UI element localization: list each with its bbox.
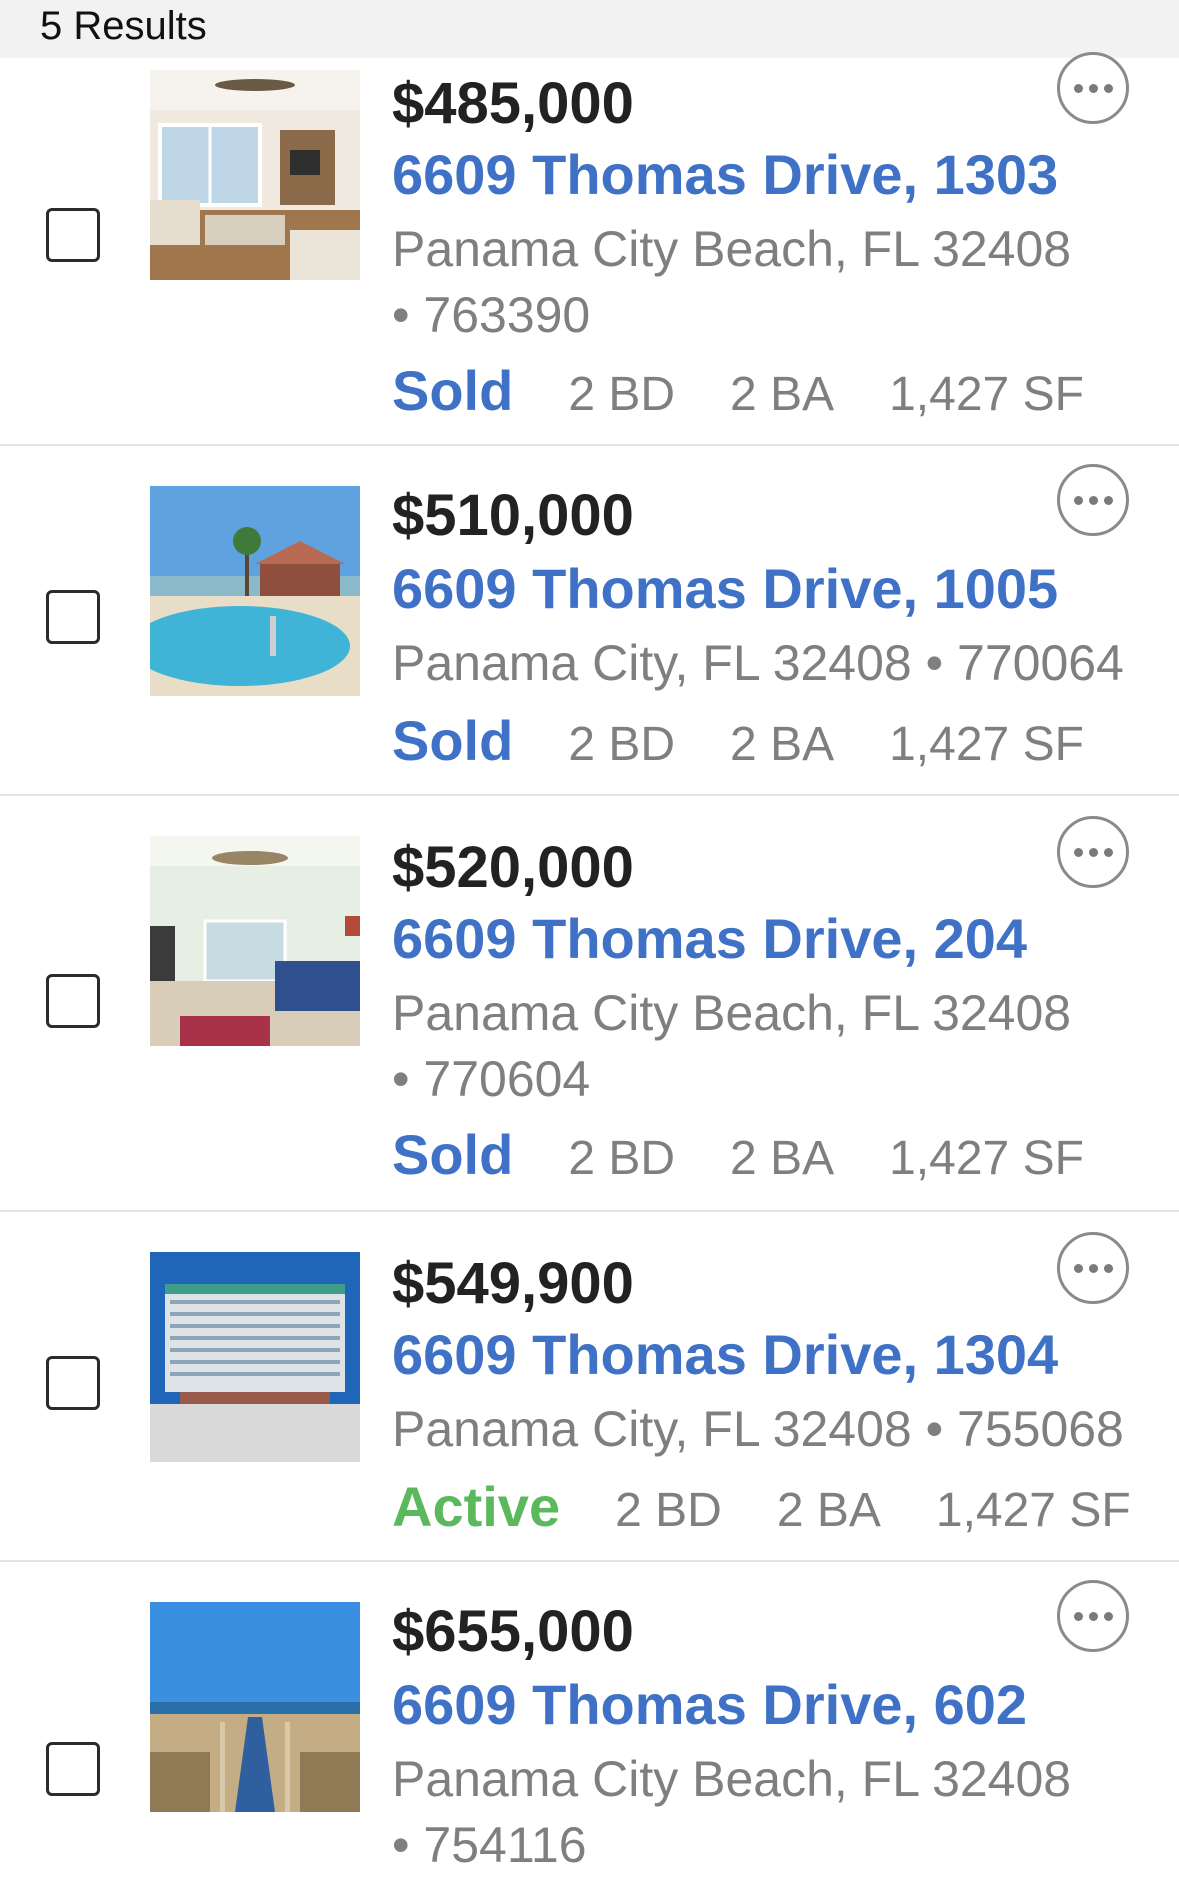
listing-address-link[interactable]: 6609 Thomas Drive, 1304 bbox=[392, 1322, 1058, 1387]
status-badge: Sold bbox=[392, 359, 514, 422]
square-feet: 1,427 SF bbox=[935, 1484, 1131, 1537]
more-options-icon bbox=[1073, 847, 1113, 857]
baths: 2 BA bbox=[730, 368, 835, 421]
select-checkbox[interactable] bbox=[46, 208, 100, 262]
listing-photo[interactable] bbox=[150, 1252, 360, 1462]
results-count: 5 Results bbox=[40, 4, 207, 48]
listing-stats: Active 2 BD 2 BA 1,427 SF bbox=[392, 1474, 1131, 1539]
square-feet: 1,427 SF bbox=[889, 368, 1084, 421]
status-badge: Active bbox=[392, 1475, 561, 1538]
listing-price: $549,900 bbox=[392, 1251, 634, 1316]
square-feet: 1,427 SF bbox=[889, 718, 1084, 771]
listing-city: Panama City Beach, FL 32408 bbox=[392, 985, 1072, 1041]
status-badge: Sold bbox=[392, 709, 514, 772]
select-checkbox[interactable] bbox=[46, 590, 100, 644]
listing-item[interactable]: $549,900 6609 Thomas Drive, 1304 Panama … bbox=[0, 1212, 1179, 1562]
listing-stats: Sold 2 BD 2 BA 1,427 SF bbox=[392, 708, 1084, 773]
listing-item[interactable]: $485,000 6609 Thomas Drive, 1303 Panama … bbox=[0, 52, 1179, 446]
select-checkbox[interactable] bbox=[46, 1742, 100, 1796]
listing-address-link[interactable]: 6609 Thomas Drive, 602 bbox=[392, 1672, 1027, 1737]
more-options-button[interactable] bbox=[1057, 1232, 1129, 1304]
listing-mls-number: • 770604 bbox=[392, 1051, 591, 1107]
listing-stats: Sold 2 BD 2 BA 1,427 SF bbox=[392, 1122, 1084, 1187]
baths: 2 BA bbox=[730, 1132, 835, 1185]
more-options-icon bbox=[1073, 495, 1113, 505]
listing-city: Panama City, FL 32408 • 755068 bbox=[392, 1401, 1124, 1457]
beds: 2 BD bbox=[568, 1132, 676, 1185]
listing-city: Panama City Beach, FL 32408 bbox=[392, 1751, 1072, 1807]
listing-photo[interactable] bbox=[150, 836, 360, 1046]
more-options-icon bbox=[1073, 1611, 1113, 1621]
listing-price: $485,000 bbox=[392, 71, 634, 136]
more-options-button[interactable] bbox=[1057, 52, 1129, 124]
more-options-button[interactable] bbox=[1057, 816, 1129, 888]
listing-price: $520,000 bbox=[392, 835, 634, 900]
listing-mls-number: • 763390 bbox=[392, 287, 591, 343]
listing-address-link[interactable]: 6609 Thomas Drive, 1303 bbox=[392, 142, 1058, 207]
more-options-icon bbox=[1073, 1263, 1113, 1273]
listing-item[interactable]: $520,000 6609 Thomas Drive, 204 Panama C… bbox=[0, 796, 1179, 1212]
listing-price: $655,000 bbox=[392, 1599, 634, 1664]
listing-photo[interactable] bbox=[150, 486, 360, 696]
listing-stats: Sold 2 BD 2 BA 1,427 SF bbox=[392, 358, 1084, 423]
select-checkbox[interactable] bbox=[46, 974, 100, 1028]
more-options-button[interactable] bbox=[1057, 1580, 1129, 1652]
baths: 2 BA bbox=[730, 718, 835, 771]
select-checkbox[interactable] bbox=[46, 1356, 100, 1410]
listing-item[interactable]: $510,000 6609 Thomas Drive, 1005 Panama … bbox=[0, 446, 1179, 796]
beds: 2 BD bbox=[568, 718, 676, 771]
beds: 2 BD bbox=[615, 1484, 722, 1537]
more-options-icon bbox=[1073, 83, 1113, 93]
beds: 2 BD bbox=[568, 368, 676, 421]
listing-photo[interactable] bbox=[150, 70, 360, 280]
listing-price: $510,000 bbox=[392, 483, 634, 548]
square-feet: 1,427 SF bbox=[889, 1132, 1084, 1185]
listing-photo[interactable] bbox=[150, 1602, 360, 1812]
results-header: 5 Results bbox=[0, 0, 1179, 58]
baths: 2 BA bbox=[776, 1484, 881, 1537]
listing-address-link[interactable]: 6609 Thomas Drive, 1005 bbox=[392, 556, 1058, 621]
listing-city: Panama City Beach, FL 32408 bbox=[392, 221, 1072, 277]
status-badge: Sold bbox=[392, 1123, 514, 1186]
more-options-button[interactable] bbox=[1057, 464, 1129, 536]
listing-address-link[interactable]: 6609 Thomas Drive, 204 bbox=[392, 906, 1027, 971]
listing-item[interactable]: $655,000 6609 Thomas Drive, 602 Panama C… bbox=[0, 1562, 1179, 1882]
listing-city: Panama City, FL 32408 • 770064 bbox=[392, 635, 1124, 691]
listing-mls-number: • 754116 bbox=[392, 1817, 587, 1873]
